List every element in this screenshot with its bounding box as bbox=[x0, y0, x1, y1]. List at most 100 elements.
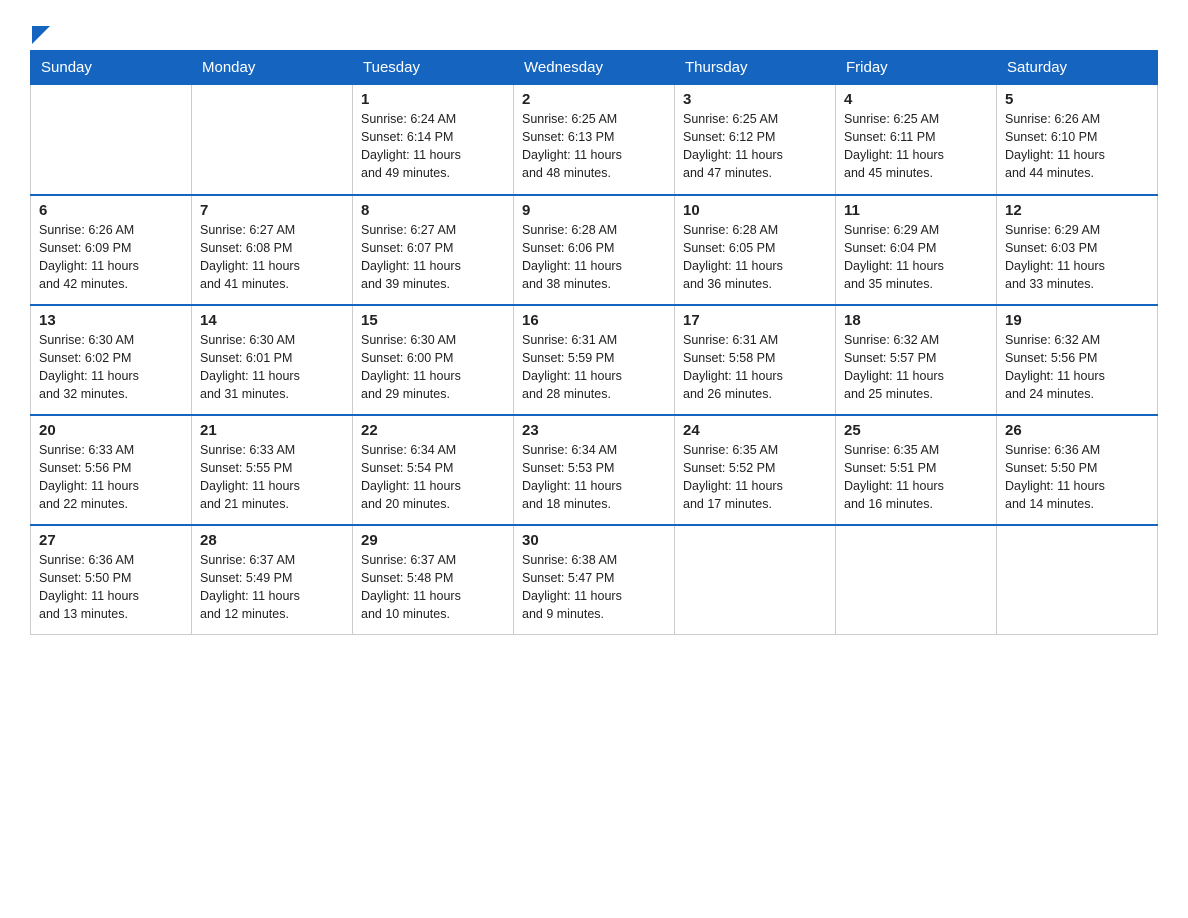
day-info: Sunrise: 6:31 AM Sunset: 5:59 PM Dayligh… bbox=[522, 331, 666, 404]
day-number: 16 bbox=[522, 312, 666, 329]
week-row-5: 27 Sunrise: 6:36 AM Sunset: 5:50 PM Dayli… bbox=[31, 525, 1158, 635]
day-number: 30 bbox=[522, 532, 666, 549]
day-info: Sunrise: 6:37 AM Sunset: 5:49 PM Dayligh… bbox=[200, 551, 344, 624]
day-number: 7 bbox=[200, 202, 344, 219]
calendar-cell: 28 Sunrise: 6:37 AM Sunset: 5:49 PM Dayli… bbox=[192, 525, 353, 635]
calendar-cell bbox=[31, 85, 192, 195]
day-info: Sunrise: 6:25 AM Sunset: 6:11 PM Dayligh… bbox=[844, 110, 988, 183]
day-info: Sunrise: 6:27 AM Sunset: 6:07 PM Dayligh… bbox=[361, 221, 505, 294]
calendar-table: SundayMondayTuesdayWednesdayThursdayFrid… bbox=[30, 50, 1158, 635]
day-number: 18 bbox=[844, 312, 988, 329]
week-row-1: 1 Sunrise: 6:24 AM Sunset: 6:14 PM Daylig… bbox=[31, 85, 1158, 195]
day-info: Sunrise: 6:34 AM Sunset: 5:53 PM Dayligh… bbox=[522, 441, 666, 514]
day-number: 19 bbox=[1005, 312, 1149, 329]
day-info: Sunrise: 6:30 AM Sunset: 6:02 PM Dayligh… bbox=[39, 331, 183, 404]
day-info: Sunrise: 6:25 AM Sunset: 6:12 PM Dayligh… bbox=[683, 110, 827, 183]
weekday-header-thursday: Thursday bbox=[675, 51, 836, 85]
calendar-cell: 12 Sunrise: 6:29 AM Sunset: 6:03 PM Dayli… bbox=[997, 195, 1158, 305]
day-number: 27 bbox=[39, 532, 183, 549]
calendar-cell: 5 Sunrise: 6:26 AM Sunset: 6:10 PM Daylig… bbox=[997, 85, 1158, 195]
day-number: 25 bbox=[844, 422, 988, 439]
day-number: 29 bbox=[361, 532, 505, 549]
day-info: Sunrise: 6:29 AM Sunset: 6:04 PM Dayligh… bbox=[844, 221, 988, 294]
page-header bbox=[30, 20, 1158, 40]
day-number: 21 bbox=[200, 422, 344, 439]
weekday-header-row: SundayMondayTuesdayWednesdayThursdayFrid… bbox=[31, 51, 1158, 85]
calendar-cell: 2 Sunrise: 6:25 AM Sunset: 6:13 PM Daylig… bbox=[514, 85, 675, 195]
calendar-cell: 15 Sunrise: 6:30 AM Sunset: 6:00 PM Dayli… bbox=[353, 305, 514, 415]
day-number: 12 bbox=[1005, 202, 1149, 219]
day-info: Sunrise: 6:32 AM Sunset: 5:56 PM Dayligh… bbox=[1005, 331, 1149, 404]
calendar-cell: 22 Sunrise: 6:34 AM Sunset: 5:54 PM Dayli… bbox=[353, 415, 514, 525]
day-number: 11 bbox=[844, 202, 988, 219]
day-info: Sunrise: 6:28 AM Sunset: 6:06 PM Dayligh… bbox=[522, 221, 666, 294]
logo bbox=[30, 20, 50, 40]
calendar-cell: 23Sunrise: 6:34 AM Sunset: 5:53 PM Dayli… bbox=[514, 415, 675, 525]
day-info: Sunrise: 6:30 AM Sunset: 6:00 PM Dayligh… bbox=[361, 331, 505, 404]
day-info: Sunrise: 6:30 AM Sunset: 6:01 PM Dayligh… bbox=[200, 331, 344, 404]
weekday-header-wednesday: Wednesday bbox=[514, 51, 675, 85]
calendar-cell: 17Sunrise: 6:31 AM Sunset: 5:58 PM Dayli… bbox=[675, 305, 836, 415]
day-number: 26 bbox=[1005, 422, 1149, 439]
weekday-header-saturday: Saturday bbox=[997, 51, 1158, 85]
day-info: Sunrise: 6:31 AM Sunset: 5:58 PM Dayligh… bbox=[683, 331, 827, 404]
day-info: Sunrise: 6:26 AM Sunset: 6:09 PM Dayligh… bbox=[39, 221, 183, 294]
calendar-cell: 24Sunrise: 6:35 AM Sunset: 5:52 PM Dayli… bbox=[675, 415, 836, 525]
day-number: 6 bbox=[39, 202, 183, 219]
day-info: Sunrise: 6:37 AM Sunset: 5:48 PM Dayligh… bbox=[361, 551, 505, 624]
calendar-cell: 7 Sunrise: 6:27 AM Sunset: 6:08 PM Daylig… bbox=[192, 195, 353, 305]
weekday-header-sunday: Sunday bbox=[31, 51, 192, 85]
weekday-header-friday: Friday bbox=[836, 51, 997, 85]
day-number: 1 bbox=[361, 91, 505, 108]
day-info: Sunrise: 6:33 AM Sunset: 5:56 PM Dayligh… bbox=[39, 441, 183, 514]
calendar-cell: 20Sunrise: 6:33 AM Sunset: 5:56 PM Dayli… bbox=[31, 415, 192, 525]
calendar-cell: 4 Sunrise: 6:25 AM Sunset: 6:11 PM Daylig… bbox=[836, 85, 997, 195]
day-info: Sunrise: 6:34 AM Sunset: 5:54 PM Dayligh… bbox=[361, 441, 505, 514]
calendar-cell: 10 Sunrise: 6:28 AM Sunset: 6:05 PM Dayli… bbox=[675, 195, 836, 305]
day-number: 22 bbox=[361, 422, 505, 439]
day-info: Sunrise: 6:36 AM Sunset: 5:50 PM Dayligh… bbox=[39, 551, 183, 624]
calendar-cell: 14 Sunrise: 6:30 AM Sunset: 6:01 PM Dayli… bbox=[192, 305, 353, 415]
day-number: 14 bbox=[200, 312, 344, 329]
calendar-cell bbox=[997, 525, 1158, 635]
day-number: 5 bbox=[1005, 91, 1149, 108]
week-row-3: 13Sunrise: 6:30 AM Sunset: 6:02 PM Dayli… bbox=[31, 305, 1158, 415]
calendar-cell: 9Sunrise: 6:28 AM Sunset: 6:06 PM Daylig… bbox=[514, 195, 675, 305]
day-info: Sunrise: 6:32 AM Sunset: 5:57 PM Dayligh… bbox=[844, 331, 988, 404]
calendar-cell: 1 Sunrise: 6:24 AM Sunset: 6:14 PM Daylig… bbox=[353, 85, 514, 195]
calendar-cell bbox=[836, 525, 997, 635]
day-number: 4 bbox=[844, 91, 988, 108]
day-info: Sunrise: 6:38 AM Sunset: 5:47 PM Dayligh… bbox=[522, 551, 666, 624]
day-number: 15 bbox=[361, 312, 505, 329]
calendar-cell: 8Sunrise: 6:27 AM Sunset: 6:07 PM Daylig… bbox=[353, 195, 514, 305]
day-number: 3 bbox=[683, 91, 827, 108]
calendar-cell: 21 Sunrise: 6:33 AM Sunset: 5:55 PM Dayli… bbox=[192, 415, 353, 525]
day-info: Sunrise: 6:24 AM Sunset: 6:14 PM Dayligh… bbox=[361, 110, 505, 183]
calendar-cell: 29 Sunrise: 6:37 AM Sunset: 5:48 PM Dayli… bbox=[353, 525, 514, 635]
calendar-cell: 26Sunrise: 6:36 AM Sunset: 5:50 PM Dayli… bbox=[997, 415, 1158, 525]
calendar-cell: 13Sunrise: 6:30 AM Sunset: 6:02 PM Dayli… bbox=[31, 305, 192, 415]
calendar-cell: 18 Sunrise: 6:32 AM Sunset: 5:57 PM Dayli… bbox=[836, 305, 997, 415]
day-number: 28 bbox=[200, 532, 344, 549]
day-number: 10 bbox=[683, 202, 827, 219]
day-info: Sunrise: 6:33 AM Sunset: 5:55 PM Dayligh… bbox=[200, 441, 344, 514]
day-number: 2 bbox=[522, 91, 666, 108]
weekday-header-tuesday: Tuesday bbox=[353, 51, 514, 85]
week-row-2: 6 Sunrise: 6:26 AM Sunset: 6:09 PM Daylig… bbox=[31, 195, 1158, 305]
day-info: Sunrise: 6:28 AM Sunset: 6:05 PM Dayligh… bbox=[683, 221, 827, 294]
calendar-cell: 3 Sunrise: 6:25 AM Sunset: 6:12 PM Daylig… bbox=[675, 85, 836, 195]
day-info: Sunrise: 6:27 AM Sunset: 6:08 PM Dayligh… bbox=[200, 221, 344, 294]
weekday-header-monday: Monday bbox=[192, 51, 353, 85]
calendar-cell bbox=[192, 85, 353, 195]
day-info: Sunrise: 6:25 AM Sunset: 6:13 PM Dayligh… bbox=[522, 110, 666, 183]
calendar-cell: 30 Sunrise: 6:38 AM Sunset: 5:47 PM Dayli… bbox=[514, 525, 675, 635]
calendar-cell: 25 Sunrise: 6:35 AM Sunset: 5:51 PM Dayli… bbox=[836, 415, 997, 525]
logo-triangle-icon bbox=[32, 26, 50, 44]
day-info: Sunrise: 6:35 AM Sunset: 5:52 PM Dayligh… bbox=[683, 441, 827, 514]
day-info: Sunrise: 6:29 AM Sunset: 6:03 PM Dayligh… bbox=[1005, 221, 1149, 294]
calendar-cell: 27 Sunrise: 6:36 AM Sunset: 5:50 PM Dayli… bbox=[31, 525, 192, 635]
week-row-4: 20Sunrise: 6:33 AM Sunset: 5:56 PM Dayli… bbox=[31, 415, 1158, 525]
day-info: Sunrise: 6:35 AM Sunset: 5:51 PM Dayligh… bbox=[844, 441, 988, 514]
day-info: Sunrise: 6:26 AM Sunset: 6:10 PM Dayligh… bbox=[1005, 110, 1149, 183]
calendar-cell: 11 Sunrise: 6:29 AM Sunset: 6:04 PM Dayli… bbox=[836, 195, 997, 305]
